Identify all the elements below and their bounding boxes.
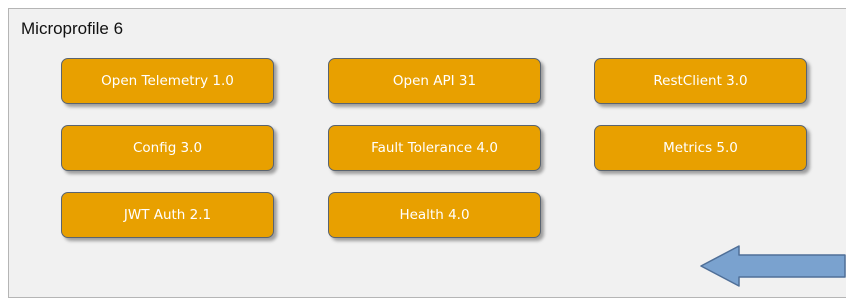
spec-box-metrics[interactable]: Metrics 5.0 [594, 125, 807, 171]
spec-box-fault-tolerance[interactable]: Fault Tolerance 4.0 [328, 125, 541, 171]
spec-box-restclient[interactable]: RestClient 3.0 [594, 58, 807, 104]
spec-box-config[interactable]: Config 3.0 [61, 125, 274, 171]
spec-box-open-telemetry[interactable]: Open Telemetry 1.0 [61, 58, 274, 104]
panel-title: Microprofile 6 [21, 19, 124, 38]
spec-box-open-api[interactable]: Open API 31 [328, 58, 541, 104]
spec-box-health[interactable]: Health 4.0 [328, 192, 541, 238]
arrow-left-icon [700, 245, 846, 287]
spec-box-jwt-auth[interactable]: JWT Auth 2.1 [61, 192, 274, 238]
